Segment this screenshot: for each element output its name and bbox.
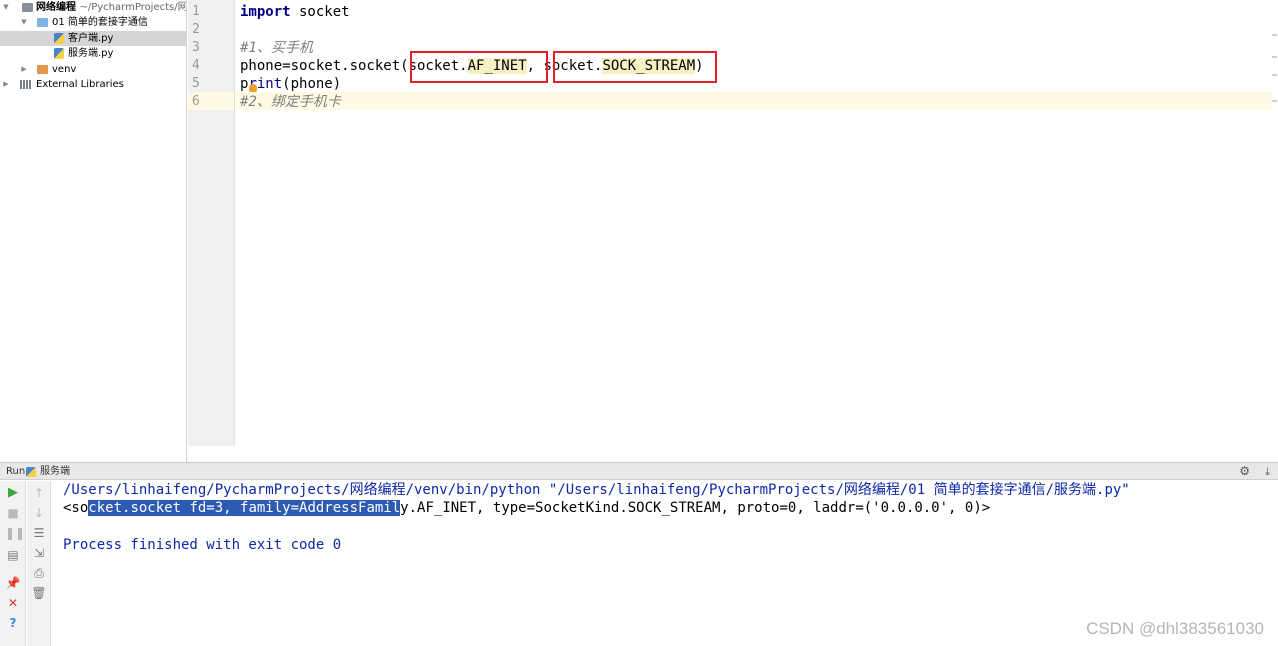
- run-toolbar-secondary: ↑ ↓ ☰ ⇲ ⎙ 🗑: [27, 481, 51, 646]
- line-number: 3: [192, 40, 200, 55]
- csdn-watermark: CSDN @dhl383561030: [1086, 619, 1264, 638]
- code-text: (phone): [282, 76, 342, 92]
- tree-file-label: 客户端.py: [68, 33, 114, 44]
- intention-bulb-icon[interactable]: [249, 84, 257, 92]
- rerun-icon[interactable]: ▶: [5, 485, 21, 501]
- tree-root-path: ~/PycharmProjects/网: [79, 2, 187, 13]
- python-file-icon: [54, 33, 64, 44]
- current-line-highlight: [236, 92, 1272, 110]
- pause-icon[interactable]: ❚❚: [5, 525, 25, 541]
- run-toolbar-primary: ▶ ■ ❚❚ ▤ 📌 ✕ ?: [0, 481, 26, 646]
- scroll-marker: [1272, 100, 1277, 102]
- tree-libraries-label: External Libraries: [36, 79, 124, 90]
- collapse-arrow-icon[interactable]: ▶: [20, 62, 28, 77]
- project-tree-panel: ▼ 网络编程 ~/PycharmProjects/网 ▼ 01 简单的套接字通信…: [0, 0, 187, 462]
- tree-external-libraries[interactable]: ▶ External Libraries: [0, 77, 186, 92]
- console-output-line: <socket.socket fd=3, family=AddressFamil…: [63, 499, 990, 517]
- console-text: y.AF_INET, type=SocketKind.SOCK_STREAM, …: [400, 500, 991, 516]
- python-file-icon: [26, 467, 36, 477]
- hide-panel-icon[interactable]: ⤓: [1265, 463, 1270, 480]
- expand-arrow-icon[interactable]: ▼: [20, 15, 28, 30]
- code-comment: #1、买手机: [240, 40, 313, 56]
- line-number-gutter: 1 2 3 4 5 6: [188, 0, 235, 446]
- code-editor[interactable]: import socket #1、买手机 phone=socket.socket…: [236, 0, 1278, 446]
- code-line-6[interactable]: #2、绑定手机卡: [240, 93, 341, 111]
- keyword-import: import: [240, 4, 291, 20]
- tree-folder-01[interactable]: ▼ 01 简单的套接字通信: [0, 15, 186, 30]
- annotation-box-af-inet: [410, 51, 548, 83]
- scroll-marker: [1272, 56, 1277, 58]
- layout-icon[interactable]: ▤: [5, 547, 21, 563]
- console-text: <so: [63, 500, 89, 516]
- line-number: 5: [192, 76, 200, 91]
- line-number: 6: [192, 94, 200, 109]
- editor-scroll-markers: [1270, 0, 1278, 446]
- tree-root-label: 网络编程 ~/PycharmProjects/网: [36, 2, 187, 13]
- tree-file-server[interactable]: 服务端.py: [0, 46, 186, 61]
- code-text: socket: [290, 4, 350, 20]
- tree-file-client[interactable]: 客户端.py: [0, 31, 186, 46]
- python-file-icon: [54, 48, 64, 59]
- folder-icon: [22, 3, 33, 12]
- tree-folder-label: 01 简单的套接字通信: [52, 17, 148, 28]
- library-icon: [20, 80, 31, 89]
- tree-root[interactable]: ▼ 网络编程 ~/PycharmProjects/网: [0, 0, 187, 15]
- stop-icon[interactable]: ■: [5, 505, 21, 521]
- pin-icon[interactable]: 📌: [5, 575, 21, 591]
- run-panel-header: Run 服务端 ⚙ ⤓: [0, 462, 1278, 480]
- code-line-3[interactable]: #1、买手机: [240, 39, 313, 57]
- scroll-to-end-icon[interactable]: ⇲: [31, 545, 47, 561]
- folder-icon: [37, 18, 48, 27]
- run-tab-server[interactable]: 服务端: [40, 463, 70, 480]
- tree-file-label: 服务端.py: [68, 48, 114, 59]
- scroll-marker: [1272, 74, 1277, 76]
- print-icon[interactable]: ⎙: [31, 565, 47, 581]
- scroll-up-icon[interactable]: ↑: [31, 485, 47, 501]
- tree-folder-venv[interactable]: ▶ venv: [0, 62, 186, 77]
- soft-wrap-icon[interactable]: ☰: [31, 525, 47, 541]
- console-selection: cket.socket fd=3, family=AddressFamil: [88, 500, 401, 516]
- close-icon[interactable]: ✕: [5, 595, 21, 611]
- scroll-down-icon[interactable]: ↓: [31, 505, 47, 521]
- gear-icon[interactable]: ⚙: [1239, 463, 1250, 480]
- clear-all-icon[interactable]: 🗑: [31, 585, 47, 601]
- line-number: 2: [192, 22, 200, 37]
- code-comment: #2、绑定手机卡: [240, 94, 341, 110]
- console-command-line: /Users/linhaifeng/PycharmProjects/网络编程/v…: [63, 482, 1130, 498]
- line-number: 4: [192, 58, 200, 73]
- folder-icon: [37, 65, 48, 74]
- tree-folder-label: venv: [52, 64, 77, 75]
- scroll-marker: [1272, 34, 1277, 36]
- collapse-arrow-icon[interactable]: ▶: [2, 77, 10, 92]
- line-number: 1: [192, 4, 200, 19]
- annotation-box-sock-stream: [553, 51, 717, 83]
- console-exit-line: Process finished with exit code 0: [63, 537, 342, 553]
- run-panel-title: Run: [6, 466, 26, 477]
- help-icon[interactable]: ?: [5, 615, 21, 631]
- expand-arrow-icon[interactable]: ▼: [2, 0, 10, 15]
- code-line-1[interactable]: import socket: [240, 3, 350, 21]
